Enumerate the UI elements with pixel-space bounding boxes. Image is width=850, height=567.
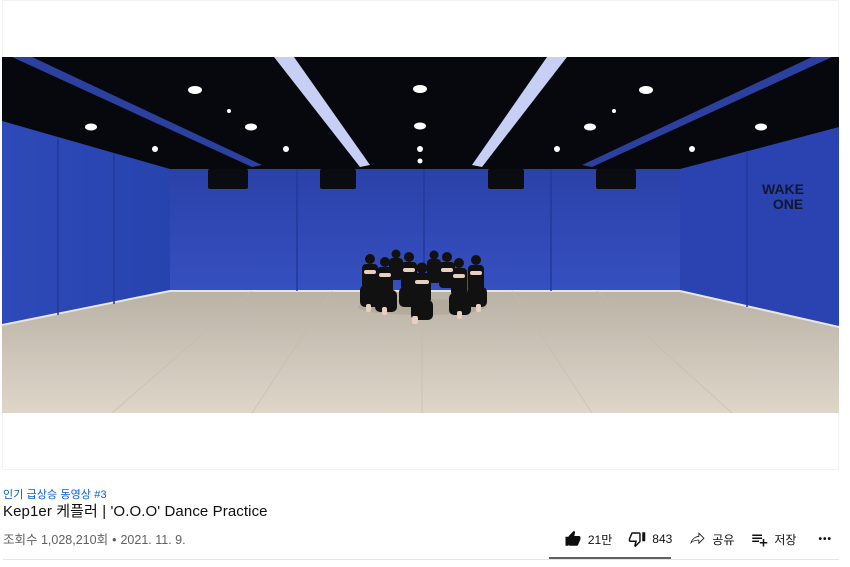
like-count: 21만 (587, 532, 613, 547)
upload-date: 2021. 11. 9. (120, 533, 186, 547)
thumb-down-icon (628, 530, 646, 548)
dance-studio-scene: WAKE ONE (2, 57, 839, 413)
more-icon: ••• (818, 533, 832, 545)
dislike-button[interactable]: 843 (628, 527, 672, 551)
video-frame[interactable]: WAKE ONE (2, 57, 839, 413)
video-meta: 조회수 1,028,210회 • 2021. 11. 9. (3, 529, 186, 548)
save-playlist-icon (750, 530, 768, 548)
divider (3, 559, 839, 560)
share-button[interactable]: 공유 (688, 527, 734, 551)
view-count: 조회수 1,028,210회 (3, 533, 109, 547)
share-label: 공유 (712, 532, 735, 547)
share-icon (688, 530, 706, 548)
wall-logo-line1: WAKE (762, 181, 804, 197)
meta-bullet: • (112, 533, 117, 547)
save-label: 저장 (774, 532, 797, 547)
save-button[interactable]: 저장 (750, 527, 796, 551)
more-actions-button[interactable]: ••• (818, 527, 832, 551)
action-bar: 21만 843 공유 저장 ••• (548, 527, 832, 551)
thumb-up-icon (564, 530, 582, 548)
wall-logo-line2: ONE (773, 196, 803, 212)
dislike-count: 843 (652, 532, 673, 546)
like-button[interactable]: 21만 (564, 527, 612, 551)
video-title: Kep1er 케플러 | 'O.O.O' Dance Practice (3, 503, 268, 520)
